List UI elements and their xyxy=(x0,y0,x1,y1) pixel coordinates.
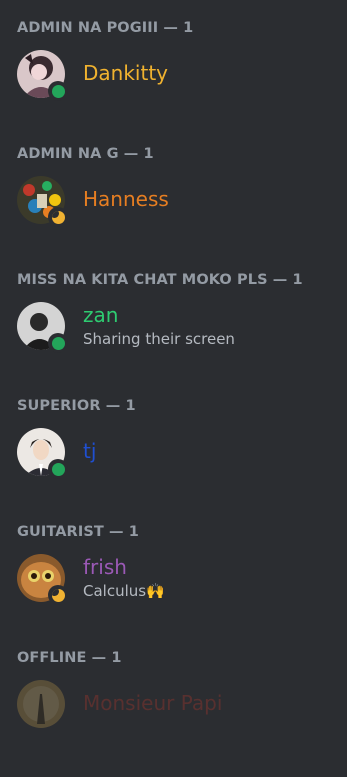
member-activity: Calculus🙌 xyxy=(83,582,165,600)
role-header: OFFLINE — 1 xyxy=(17,650,122,666)
online-status-icon xyxy=(48,81,68,101)
member-name: Hanness xyxy=(83,187,169,211)
member-item-monsieur-papi[interactable]: Monsieur Papi xyxy=(8,677,338,728)
role-header: MISS NA KITA CHAT MOKO PLS — 1 xyxy=(17,272,303,288)
avatar xyxy=(17,176,68,227)
role-header: GUITARIST — 1 xyxy=(17,524,139,540)
member-item-zan[interactable]: zan Sharing their screen xyxy=(8,299,338,353)
role-header: SUPERIOR — 1 xyxy=(17,398,136,414)
member-name: tj xyxy=(83,439,97,463)
idle-status-icon xyxy=(48,585,68,605)
member-name: zan xyxy=(83,303,119,327)
role-header: ADMIN NA POGIII — 1 xyxy=(17,20,194,36)
avatar xyxy=(17,302,68,353)
member-item-frish[interactable]: frish Calculus🙌 xyxy=(8,551,338,605)
avatar xyxy=(17,428,68,479)
online-status-icon xyxy=(48,333,68,353)
member-item-tj[interactable]: tj xyxy=(8,425,338,479)
avatar xyxy=(17,680,65,728)
member-name: frish xyxy=(83,555,127,579)
member-name: Dankitty xyxy=(83,61,168,85)
member-list: ADMIN NA POGIII — 1 Dankitty ADMIN NA G … xyxy=(0,0,347,777)
member-name: Monsieur Papi xyxy=(83,691,223,715)
idle-status-icon xyxy=(48,207,68,227)
role-header: ADMIN NA G — 1 xyxy=(17,146,154,162)
avatar xyxy=(17,50,68,101)
member-activity: Sharing their screen xyxy=(83,330,235,348)
member-item-dankitty[interactable]: Dankitty xyxy=(8,47,338,101)
online-status-icon xyxy=(48,459,68,479)
avatar xyxy=(17,554,68,605)
member-item-hanness[interactable]: Hanness xyxy=(8,173,338,227)
